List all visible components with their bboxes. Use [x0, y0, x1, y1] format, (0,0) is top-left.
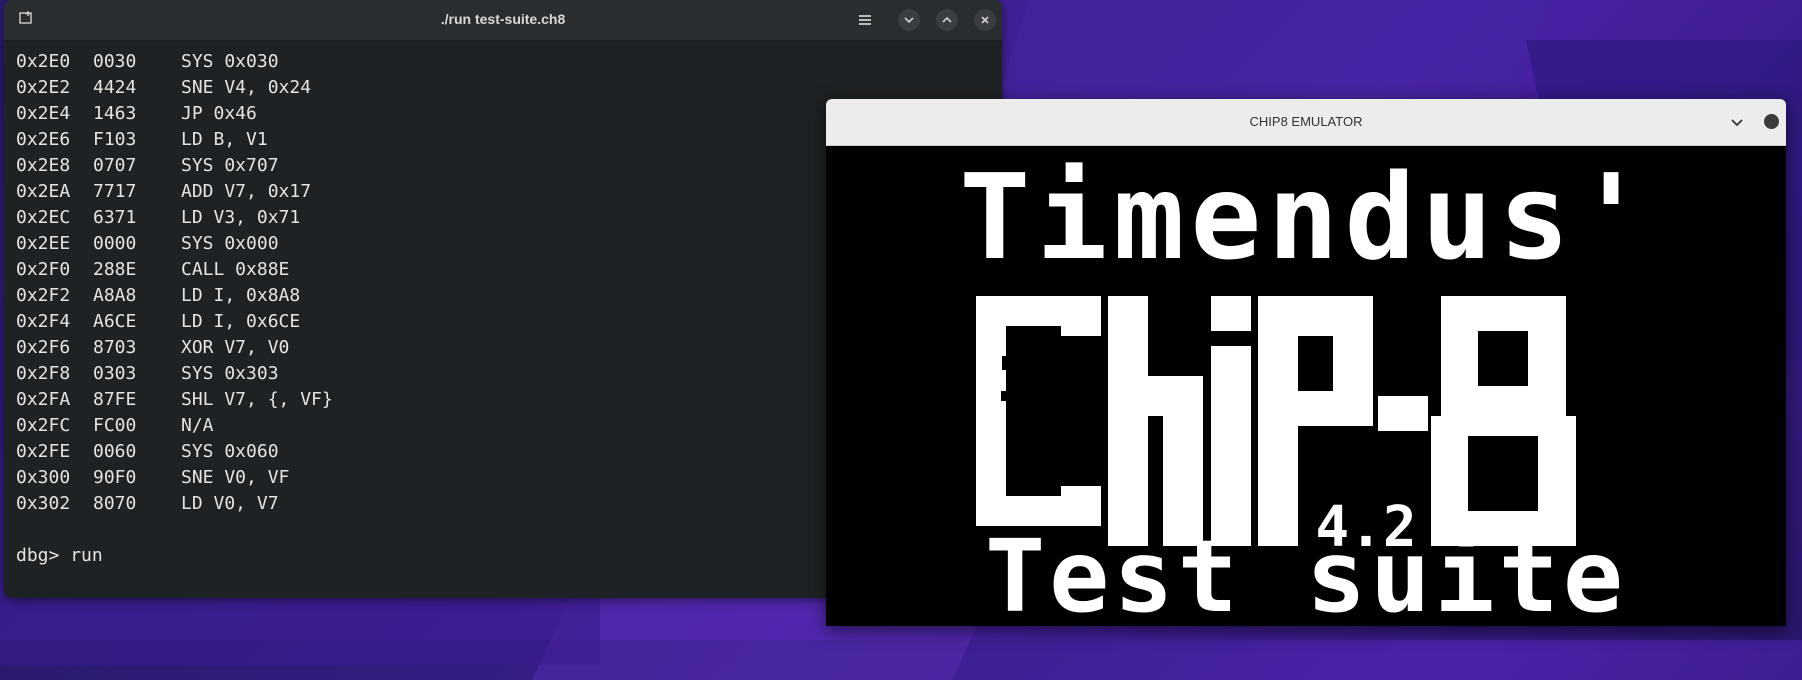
instruction: SYS 0x707: [181, 155, 279, 176]
opcode: 0707: [93, 155, 137, 176]
instruction: LD I, 0x8A8: [181, 285, 301, 306]
opcode: 0030: [93, 51, 137, 72]
instruction: N/A: [181, 415, 214, 436]
opcode: 8703: [93, 337, 137, 358]
instruction: SYS 0x030: [181, 51, 279, 72]
close-icon[interactable]: [974, 9, 996, 31]
instruction: ADD V7, 0x17: [181, 181, 312, 202]
disassembly-line: 0x2E2 4424 SNE V4, 0x24: [16, 75, 990, 101]
opcode: A6CE: [93, 311, 137, 332]
address: 0x300: [16, 467, 71, 488]
opcode: 0000: [93, 233, 137, 254]
chevron-up-icon[interactable]: [936, 9, 958, 31]
instruction: XOR V7, V0: [181, 337, 290, 358]
instruction: SNE V4, 0x24: [181, 77, 312, 98]
close-icon[interactable]: [1764, 114, 1779, 129]
opcode: 8070: [93, 493, 137, 514]
chip8-screen: Timendus' 4.2 Test suite: [826, 146, 1786, 626]
address: 0x2E0: [16, 51, 71, 72]
address: 0x2EA: [16, 181, 71, 202]
address: 0x2F4: [16, 311, 71, 332]
opcode: 4424: [93, 77, 137, 98]
opcode: F103: [93, 129, 137, 150]
emulator-titlebar[interactable]: CHIP8 EMULATOR: [826, 99, 1786, 146]
instruction: SYS 0x060: [181, 441, 279, 462]
opcode: 0060: [93, 441, 137, 462]
instruction: SHL V7, {, VF}: [181, 389, 333, 410]
address: 0x2FC: [16, 415, 71, 436]
opcode: 0303: [93, 363, 137, 384]
address: 0x2F6: [16, 337, 71, 358]
opcode: A8A8: [93, 285, 137, 306]
instruction: CALL 0x88E: [181, 259, 290, 280]
hamburger-menu-icon[interactable]: [854, 9, 876, 31]
address: 0x2FE: [16, 441, 71, 462]
address: 0x2F2: [16, 285, 71, 306]
opcode: 87FE: [93, 389, 137, 410]
command-text: run: [70, 545, 103, 566]
address: 0x302: [16, 493, 71, 514]
address: 0x2E4: [16, 103, 71, 124]
instruction: LD V3, 0x71: [181, 207, 301, 228]
title-line-3: Test suite: [985, 518, 1627, 626]
opcode: 6371: [93, 207, 137, 228]
opcode: 90F0: [93, 467, 137, 488]
prompt-label: dbg>: [16, 545, 71, 566]
address: 0x2E8: [16, 155, 71, 176]
address: 0x2F8: [16, 363, 71, 384]
address: 0x2F0: [16, 259, 71, 280]
address: 0x2E6: [16, 129, 71, 150]
address: 0x2FA: [16, 389, 71, 410]
opcode: FC00: [93, 415, 137, 436]
instruction: LD I, 0x6CE: [181, 311, 301, 332]
emulator-display: Timendus' 4.2 Test suite: [826, 146, 1786, 626]
instruction: JP 0x46: [181, 103, 257, 124]
emulator-title: CHIP8 EMULATOR: [1249, 114, 1363, 129]
chevron-down-icon[interactable]: [1728, 113, 1746, 131]
instruction: LD B, V1: [181, 129, 268, 150]
opcode: 1463: [93, 103, 137, 124]
disassembly-line: 0x2E0 0030 SYS 0x030: [16, 49, 990, 75]
instruction: SNE V0, VF: [181, 467, 290, 488]
instruction: SYS 0x000: [181, 233, 279, 254]
address: 0x2EE: [16, 233, 71, 254]
emulator-window[interactable]: CHIP8 EMULATOR Timendus' 4.2 Test suite: [826, 99, 1786, 626]
instruction: LD V0, V7: [181, 493, 279, 514]
instruction: SYS 0x303: [181, 363, 279, 384]
opcode: 288E: [93, 259, 137, 280]
title-line-1: Timendus': [959, 148, 1652, 286]
address: 0x2E2: [16, 77, 71, 98]
terminal-titlebar[interactable]: ./run test-suite.ch8: [4, 0, 1002, 41]
address: 0x2EC: [16, 207, 71, 228]
opcode: 7717: [93, 181, 137, 202]
chevron-down-icon[interactable]: [898, 9, 920, 31]
terminal-title: ./run test-suite.ch8: [440, 11, 566, 27]
